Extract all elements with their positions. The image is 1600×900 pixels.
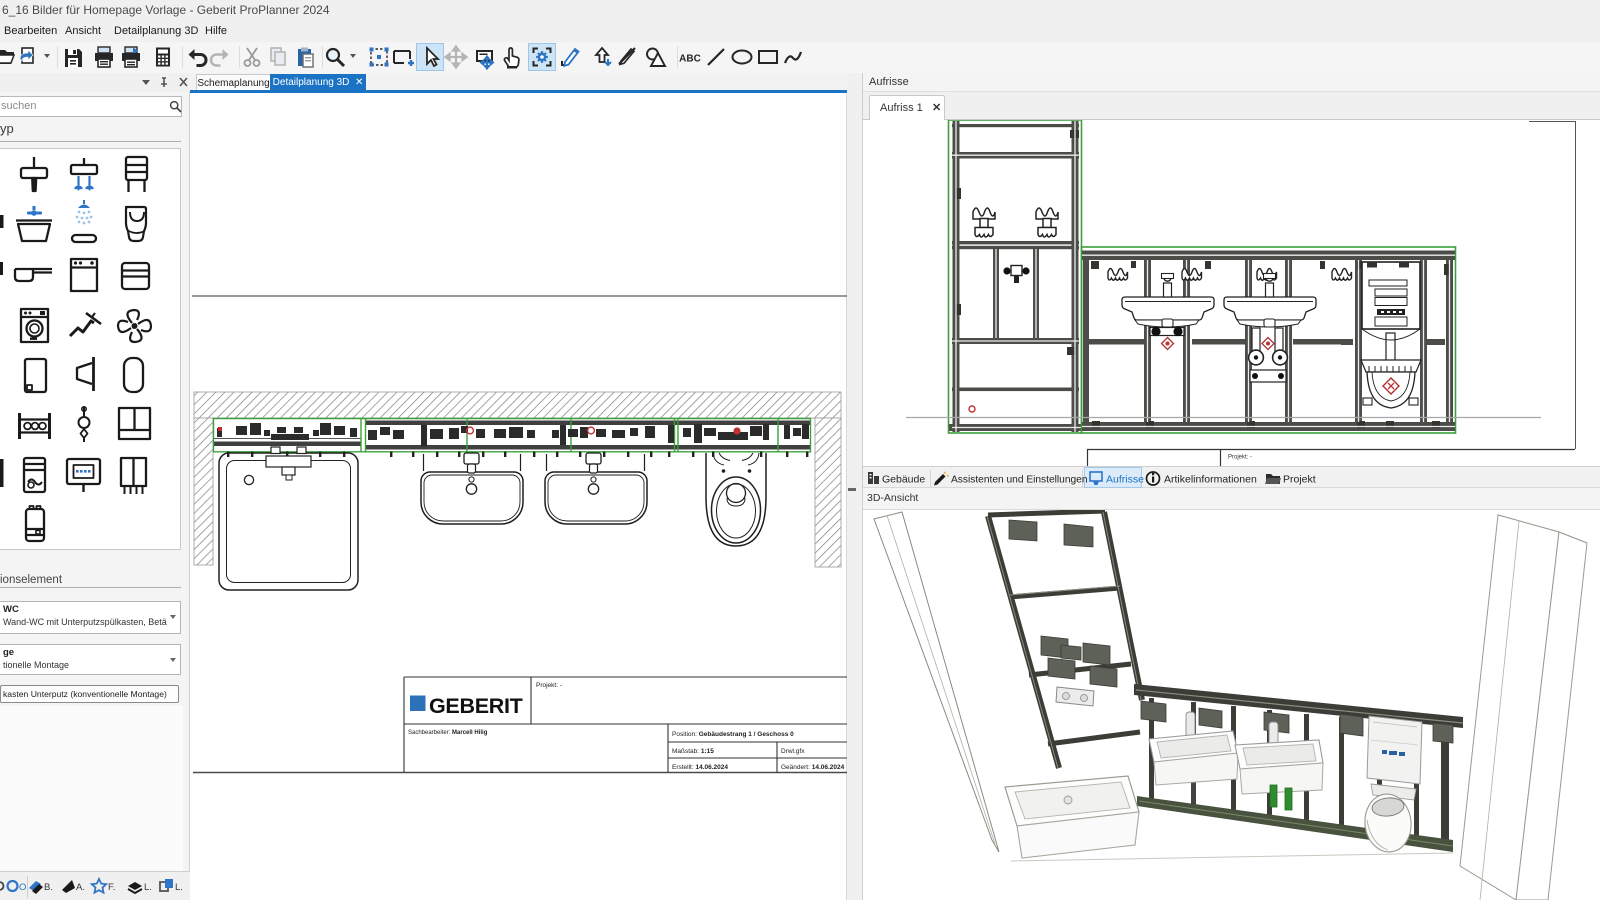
- svg-text:Position: Gebäudestrang 1 / Ge: Position: Gebäudestrang 1 / Geschoss 0: [672, 731, 794, 738]
- svg-text:GEBERIT: GEBERIT: [429, 694, 523, 718]
- svg-text:Aufrisse: Aufrisse: [1106, 474, 1144, 486]
- svg-text:L.: L.: [175, 882, 183, 893]
- svg-text:Artikelinformationen: Artikelinformationen: [1164, 474, 1257, 486]
- svg-text:Erstellt: 14.06.2024: Erstellt: 14.06.2024: [672, 764, 728, 771]
- svg-text:Geändert: 14.06.2024: Geändert: 14.06.2024: [781, 764, 845, 771]
- svg-text:Assistenten und Einstellungen: Assistenten und Einstellungen: [951, 475, 1088, 486]
- svg-text:Drwl.gfx: Drwl.gfx: [781, 748, 805, 755]
- svg-text:L.: L.: [144, 882, 152, 893]
- svg-text:ABC: ABC: [679, 54, 701, 65]
- svg-text:Gebäude: Gebäude: [882, 474, 925, 486]
- svg-text:Sachbearbeiter: Marcell Hilig: Sachbearbeiter: Marcell Hilig: [408, 730, 488, 736]
- svg-text:Projekt: -: Projekt: -: [536, 682, 562, 689]
- svg-text:Projekt: Projekt: [1283, 474, 1316, 486]
- svg-text:F.: F.: [108, 882, 115, 893]
- svg-text:Maßstab: 1:15: Maßstab: 1:15: [672, 748, 714, 755]
- svg-text:B.: B.: [44, 882, 53, 893]
- svg-text:Projekt: -: Projekt: -: [1228, 455, 1252, 461]
- svg-text:A.: A.: [76, 882, 85, 893]
